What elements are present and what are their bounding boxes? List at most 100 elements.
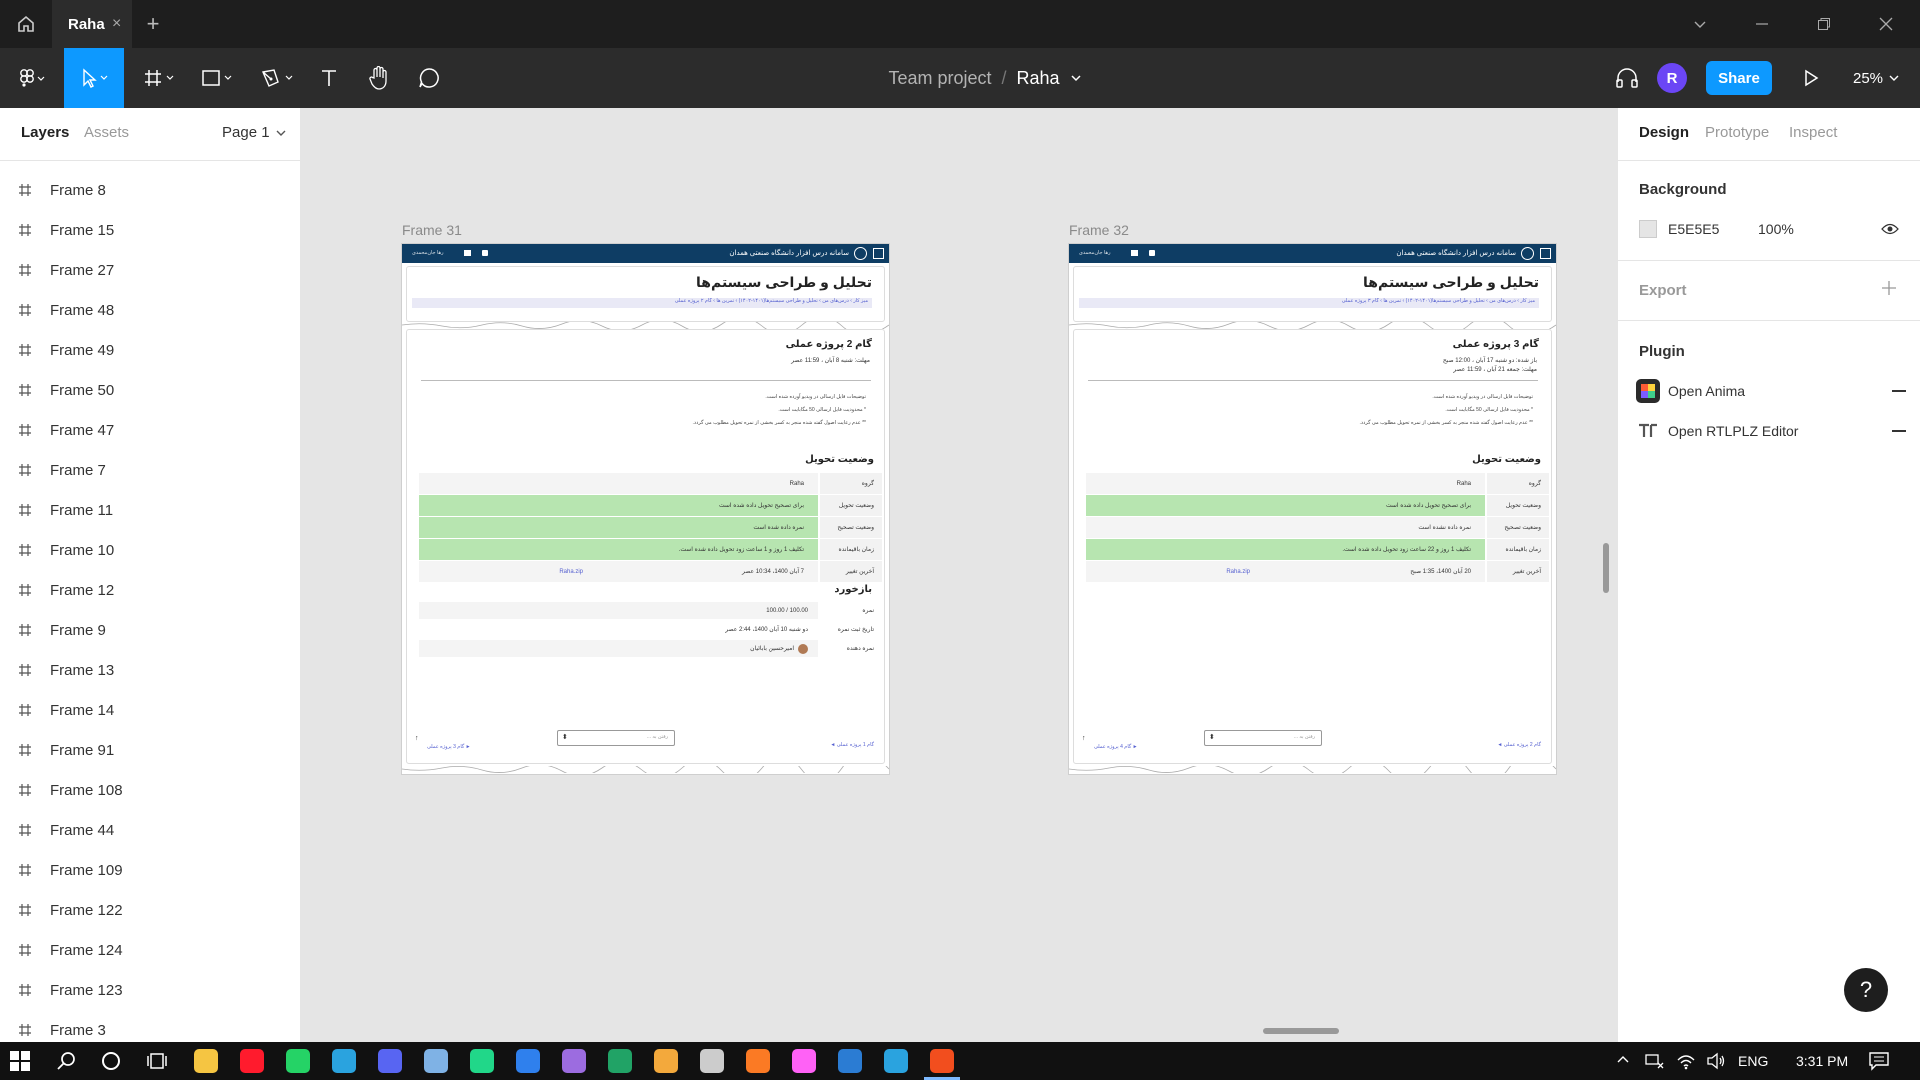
- frame-label[interactable]: Frame 31: [402, 222, 462, 238]
- help-button[interactable]: ?: [1844, 968, 1888, 1012]
- horizontal-scrollbar[interactable]: [1263, 1028, 1339, 1034]
- layer-item[interactable]: Frame 12: [0, 570, 300, 610]
- tab-assets[interactable]: Assets: [84, 124, 129, 141]
- mendeley-icon[interactable]: [562, 1049, 586, 1073]
- design-frame[interactable]: سامانه درس افزار دانشگاه صنعتی همدان رها …: [1069, 244, 1556, 774]
- layer-item[interactable]: Frame 124: [0, 930, 300, 970]
- figma-icon[interactable]: [930, 1049, 954, 1073]
- background-hex[interactable]: E5E5E5: [1668, 221, 1719, 237]
- next-activity-link[interactable]: ► گام 3 پروژه عملی: [427, 744, 471, 750]
- pycharm-icon[interactable]: [470, 1049, 494, 1073]
- new-tab-button[interactable]: +: [138, 0, 168, 48]
- background-swatch[interactable]: [1639, 220, 1657, 238]
- cortana-icon[interactable]: [101, 1051, 121, 1071]
- present-button[interactable]: [1796, 48, 1826, 108]
- main-menu-button[interactable]: [8, 48, 56, 108]
- close-window-icon[interactable]: [1866, 0, 1906, 48]
- file-explorer-icon[interactable]: [194, 1049, 218, 1073]
- prev-activity-link[interactable]: گام 1 پروژه عملی ◄: [830, 742, 874, 748]
- shape-tool-button[interactable]: [196, 48, 240, 108]
- tray-chevron-icon[interactable]: [1616, 1053, 1630, 1067]
- plugin-open-anima[interactable]: Open Anima: [1636, 378, 1906, 404]
- jump-to-select[interactable]: ⬍ رفتن به ...: [1204, 730, 1322, 746]
- audio-button[interactable]: [1612, 48, 1642, 108]
- frame-label[interactable]: Frame 32: [1069, 222, 1129, 238]
- minimize-icon[interactable]: [1742, 0, 1782, 48]
- layer-item[interactable]: Frame 122: [0, 890, 300, 930]
- background-opacity[interactable]: 100%: [1758, 221, 1794, 237]
- tab-layers[interactable]: Layers: [21, 124, 69, 141]
- plugin-open-rtlplz[interactable]: Open RTLPLZ Editor: [1636, 418, 1906, 444]
- frame-tool-button[interactable]: [138, 48, 182, 108]
- project-name[interactable]: Team project: [888, 68, 991, 89]
- layer-item[interactable]: Frame 109: [0, 850, 300, 890]
- layer-item[interactable]: Frame 123: [0, 970, 300, 1010]
- layer-item[interactable]: Frame 11: [0, 490, 300, 530]
- layer-item[interactable]: Frame 15: [0, 210, 300, 250]
- share-button[interactable]: Share: [1706, 48, 1772, 108]
- next-activity-link[interactable]: ► گام 4 پروژه عملی: [1094, 744, 1138, 750]
- whatsapp-icon[interactable]: [286, 1049, 310, 1073]
- user-avatar[interactable]: R: [1656, 48, 1688, 108]
- eye-visibility-icon[interactable]: [1881, 222, 1899, 236]
- discord-icon[interactable]: [378, 1049, 402, 1073]
- layer-item[interactable]: Frame 14: [0, 690, 300, 730]
- network-icon[interactable]: [1644, 1052, 1664, 1070]
- excel-like-icon[interactable]: [608, 1049, 632, 1073]
- adobe-xd-icon[interactable]: [792, 1049, 816, 1073]
- layer-item[interactable]: Frame 7: [0, 450, 300, 490]
- design-frame[interactable]: سامانه درس افزار دانشگاه صنعتی همدان رها …: [402, 244, 889, 774]
- virtualbox-icon[interactable]: [424, 1049, 448, 1073]
- layer-item[interactable]: Frame 44: [0, 810, 300, 850]
- add-export-icon[interactable]: [1881, 280, 1897, 296]
- file-tab[interactable]: Raha ×: [52, 0, 132, 48]
- layer-item[interactable]: Frame 50: [0, 370, 300, 410]
- tab-prototype[interactable]: Prototype: [1705, 124, 1769, 141]
- move-tool-button[interactable]: [64, 48, 124, 108]
- tabs-dropdown-icon[interactable]: [1684, 0, 1716, 48]
- file-menu-chevron-icon[interactable]: [1070, 72, 1082, 84]
- scroll-top-icon[interactable]: ↑: [415, 735, 419, 742]
- page-selector[interactable]: Page 1: [222, 124, 286, 141]
- layer-item[interactable]: Frame 8: [0, 170, 300, 210]
- remove-plugin-icon[interactable]: [1892, 430, 1906, 432]
- layer-item[interactable]: Frame 10: [0, 530, 300, 570]
- breadcrumb[interactable]: میز کار › درس‌های من › تحلیل و طراحی سیس…: [1079, 298, 1539, 308]
- layer-item[interactable]: Frame 27: [0, 250, 300, 290]
- task-view-icon[interactable]: [146, 1051, 168, 1071]
- layer-item[interactable]: Frame 13: [0, 650, 300, 690]
- file-link[interactable]: Raha.zip: [1226, 569, 1250, 575]
- layer-item[interactable]: Frame 108: [0, 770, 300, 810]
- close-tab-icon[interactable]: ×: [112, 15, 121, 33]
- wifi-icon[interactable]: [1676, 1052, 1696, 1070]
- layer-item[interactable]: Frame 47: [0, 410, 300, 450]
- jump-to-select[interactable]: ⬍ رفتن به ...: [557, 730, 675, 746]
- search-icon[interactable]: [56, 1051, 76, 1071]
- layer-item[interactable]: Frame 91: [0, 730, 300, 770]
- notifications-icon[interactable]: [1868, 1051, 1890, 1071]
- vscode-icon[interactable]: [516, 1049, 540, 1073]
- word-icon[interactable]: [838, 1049, 862, 1073]
- tab-inspect[interactable]: Inspect: [1789, 124, 1837, 141]
- comment-tool-button[interactable]: [414, 48, 444, 108]
- layer-item[interactable]: Frame 9: [0, 610, 300, 650]
- text-tool-button[interactable]: [314, 48, 344, 108]
- clock[interactable]: 3:31 PM: [1796, 1053, 1848, 1069]
- restore-icon[interactable]: [1804, 0, 1844, 48]
- layer-item[interactable]: Frame 49: [0, 330, 300, 370]
- pen-tool-button[interactable]: [256, 48, 300, 108]
- file-link[interactable]: Raha.zip: [559, 569, 583, 575]
- prev-activity-link[interactable]: گام 2 پروژه عملی ◄: [1497, 742, 1541, 748]
- file-name[interactable]: Raha: [1017, 68, 1060, 89]
- speaker-icon[interactable]: [1706, 1052, 1726, 1070]
- hand-tool-button[interactable]: [364, 48, 394, 108]
- layer-item[interactable]: Frame 48: [0, 290, 300, 330]
- input-language[interactable]: ENG: [1738, 1053, 1768, 1069]
- windows-start-icon[interactable]: [10, 1051, 30, 1071]
- wordpress-icon[interactable]: [700, 1049, 724, 1073]
- telegram-icon[interactable]: [332, 1049, 356, 1073]
- telegram-icon[interactable]: [884, 1049, 908, 1073]
- home-button[interactable]: [0, 0, 52, 48]
- breadcrumb[interactable]: میز کار › درس‌های من › تحلیل و طراحی سیس…: [412, 298, 872, 308]
- app-icon[interactable]: [654, 1049, 678, 1073]
